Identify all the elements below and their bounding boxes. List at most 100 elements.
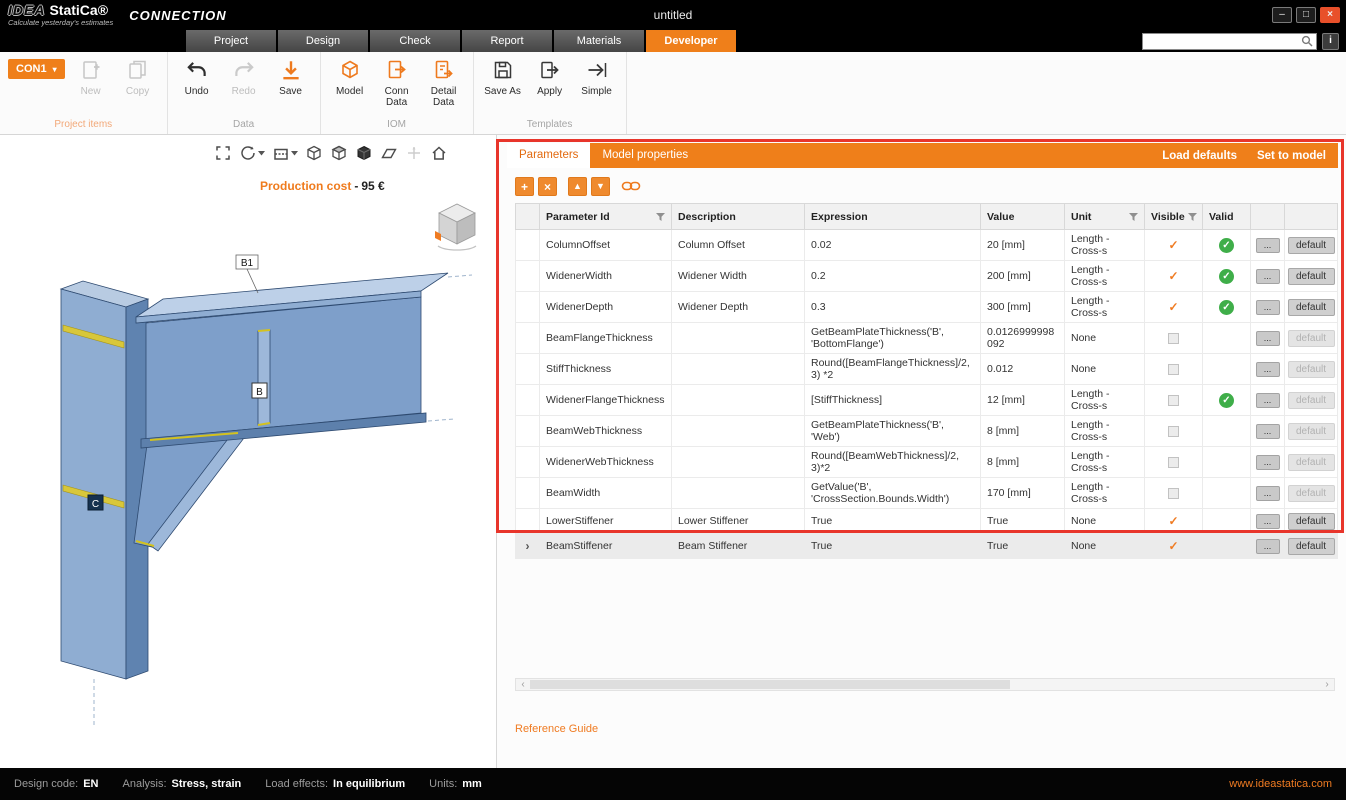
column-header-expression[interactable]: Expression	[805, 204, 981, 230]
visible-check-icon[interactable]: ✓	[1168, 539, 1178, 553]
more-button[interactable]: ...	[1256, 300, 1280, 315]
move-up-button[interactable]: ▲	[568, 177, 587, 196]
more-button[interactable]: ...	[1256, 393, 1280, 408]
home-view-button[interactable]	[428, 143, 450, 163]
tab-design[interactable]: Design	[278, 30, 368, 52]
filter-icon[interactable]	[1129, 213, 1138, 221]
search-input[interactable]	[1146, 36, 1301, 47]
delete-parameter-button[interactable]: ×	[538, 177, 557, 196]
more-button[interactable]: ...	[1256, 238, 1280, 253]
move-down-button[interactable]: ▼	[591, 177, 610, 196]
table-row[interactable]: LowerStiffenerLower StiffenerTrueTrueNon…	[516, 509, 1338, 534]
horizontal-scrollbar[interactable]: ‹ ›	[515, 678, 1335, 691]
table-row[interactable]: ColumnOffsetColumn Offset0.0220 [mm]Leng…	[516, 230, 1338, 261]
redo-button[interactable]: Redo	[223, 56, 265, 97]
visible-check-icon[interactable]: ✓	[1168, 514, 1178, 528]
filter-icon[interactable]	[1188, 213, 1197, 221]
copy-button[interactable]: Copy	[117, 56, 159, 97]
visible-checkbox[interactable]	[1168, 364, 1179, 375]
visible-checkbox[interactable]	[1168, 426, 1179, 437]
table-row[interactable]: WidenerDepthWidener Depth0.3300 [mm]Leng…	[516, 292, 1338, 323]
conn-data-button[interactable]: Conn Data	[376, 56, 418, 108]
website-link[interactable]: www.ideastatica.com	[1229, 778, 1332, 790]
default-button[interactable]: default	[1288, 268, 1335, 285]
detail-data-button[interactable]: Detail Data	[423, 56, 465, 108]
save-button[interactable]: Save	[270, 56, 312, 97]
default-button[interactable]: default	[1288, 454, 1335, 471]
minimize-button[interactable]: –	[1272, 7, 1292, 23]
default-button[interactable]: default	[1288, 392, 1335, 409]
table-row[interactable]: ›BeamStiffenerBeam StiffenerTrueTrueNone…	[516, 534, 1338, 559]
default-button[interactable]: default	[1288, 361, 1335, 378]
tab-check[interactable]: Check	[370, 30, 460, 52]
load-defaults-button[interactable]: Load defaults	[1162, 150, 1237, 162]
section-button[interactable]	[270, 143, 300, 163]
visible-check-icon[interactable]: ✓	[1168, 238, 1178, 252]
more-button[interactable]: ...	[1256, 331, 1280, 346]
tab-project[interactable]: Project	[186, 30, 276, 52]
more-button[interactable]: ...	[1256, 269, 1280, 284]
more-button[interactable]: ...	[1256, 362, 1280, 377]
viewport-3d[interactable]: Production cost-95 €	[0, 135, 497, 768]
column-header-description[interactable]: Description	[672, 204, 805, 230]
reference-guide-link[interactable]: Reference Guide	[515, 723, 598, 735]
scrollbar-thumb[interactable]	[530, 680, 1010, 689]
column-header-unit[interactable]: Unit	[1065, 204, 1145, 230]
more-button[interactable]: ...	[1256, 455, 1280, 470]
tab-model-properties[interactable]: Model properties	[590, 143, 700, 168]
tab-report[interactable]: Report	[462, 30, 552, 52]
apply-button[interactable]: Apply	[529, 56, 571, 97]
default-button[interactable]: default	[1288, 513, 1335, 530]
save-as-button[interactable]: Save As	[482, 56, 524, 97]
table-row[interactable]: WidenerWidthWidener Width0.2200 [mm]Leng…	[516, 261, 1338, 292]
fit-view-button[interactable]	[212, 143, 234, 163]
visible-checkbox[interactable]	[1168, 488, 1179, 499]
model-3d-view[interactable]: B1 B C	[6, 247, 486, 747]
more-button[interactable]: ...	[1256, 424, 1280, 439]
table-row[interactable]: StiffThicknessRound([BeamFlangeThickness…	[516, 354, 1338, 385]
view-cube-wire-button[interactable]	[303, 143, 325, 163]
table-row[interactable]: BeamWidthGetValue('B', 'CrossSection.Bou…	[516, 478, 1338, 509]
column-header-parameter-id[interactable]: Parameter Id	[540, 204, 672, 230]
column-header-valid[interactable]: Valid	[1203, 204, 1251, 230]
more-button[interactable]: ...	[1256, 539, 1280, 554]
axes-button[interactable]	[403, 143, 425, 163]
default-button[interactable]: default	[1288, 538, 1335, 555]
visible-checkbox[interactable]	[1168, 395, 1179, 406]
tab-materials[interactable]: Materials	[554, 30, 644, 52]
table-row[interactable]: WidenerFlangeThickness[StiffThickness]12…	[516, 385, 1338, 416]
info-button[interactable]: i	[1322, 33, 1339, 50]
maximize-button[interactable]: □	[1296, 7, 1316, 23]
column-header-value[interactable]: Value	[981, 204, 1065, 230]
visible-checkbox[interactable]	[1168, 333, 1179, 344]
default-button[interactable]: default	[1288, 423, 1335, 440]
close-button[interactable]: ×	[1320, 7, 1340, 23]
view-cube-shaded-button[interactable]	[328, 143, 350, 163]
tab-parameters[interactable]: Parameters	[507, 143, 590, 168]
more-button[interactable]: ...	[1256, 486, 1280, 501]
visible-check-icon[interactable]: ✓	[1168, 269, 1178, 283]
tab-developer[interactable]: Developer	[646, 30, 736, 52]
new-button[interactable]: New	[70, 56, 112, 97]
navigation-cube[interactable]	[430, 197, 484, 251]
add-parameter-button[interactable]: +	[515, 177, 534, 196]
simple-button[interactable]: Simple	[576, 56, 618, 97]
default-button[interactable]: default	[1288, 485, 1335, 502]
default-button[interactable]: default	[1288, 237, 1335, 254]
default-button[interactable]: default	[1288, 330, 1335, 347]
undo-button[interactable]: Undo	[176, 56, 218, 97]
view-cube-solid-button[interactable]	[353, 143, 375, 163]
table-row[interactable]: WidenerWebThicknessRound([BeamWebThickne…	[516, 447, 1338, 478]
set-to-model-button[interactable]: Set to model	[1257, 150, 1326, 162]
filter-icon[interactable]	[656, 213, 665, 221]
link-parameter-button[interactable]	[621, 177, 641, 196]
workplane-button[interactable]	[378, 143, 400, 163]
table-row[interactable]: BeamFlangeThicknessGetBeamPlateThickness…	[516, 323, 1338, 354]
model-button[interactable]: Model	[329, 56, 371, 97]
more-button[interactable]: ...	[1256, 514, 1280, 529]
orbit-button[interactable]	[237, 143, 267, 163]
scrollbar-left-arrow[interactable]: ‹	[516, 679, 530, 690]
visible-check-icon[interactable]: ✓	[1168, 300, 1178, 314]
search-icon[interactable]	[1301, 35, 1313, 47]
scrollbar-right-arrow[interactable]: ›	[1320, 679, 1334, 690]
